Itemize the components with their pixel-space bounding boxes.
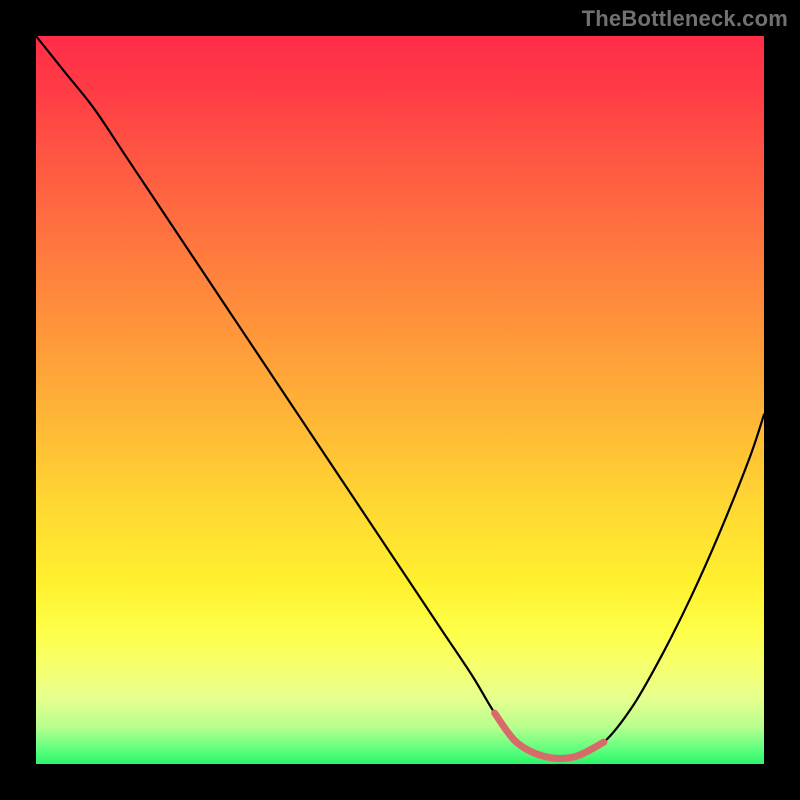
chart-frame: TheBottleneck.com [0, 0, 800, 800]
bottleneck-curve [36, 36, 764, 759]
chart-overlay-svg [36, 36, 764, 764]
valley-highlight [495, 713, 604, 759]
watermark-text: TheBottleneck.com [582, 6, 788, 32]
